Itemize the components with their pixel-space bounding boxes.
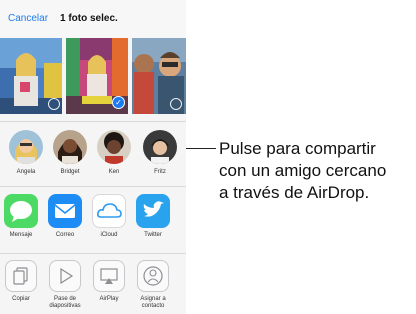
airdrop-contact-ken[interactable]: Ken <box>94 130 134 175</box>
callout-line-1: Pulse para compartir <box>219 139 376 158</box>
airdrop-row: Angela Bridget Ken Fritz <box>0 122 186 184</box>
action-assign-contact[interactable]: Asignar a contacto <box>132 260 174 310</box>
play-icon <box>49 260 81 292</box>
share-apps-row: Mensaje Correo iCloud Twitter <box>0 186 186 248</box>
share-sheet: Cancelar 1 foto selec. ✓ Angela Bridget … <box>0 0 186 314</box>
airdrop-contact-fritz[interactable]: Fritz <box>140 130 180 175</box>
action-copy[interactable]: Copiar <box>0 260 42 303</box>
selection-title: 1 foto selec. <box>60 13 118 24</box>
airdrop-contact-bridget[interactable]: Bridget <box>50 130 90 175</box>
message-bubble-icon <box>4 194 38 228</box>
cancel-button[interactable]: Cancelar <box>8 13 48 24</box>
share-app-icloud[interactable]: iCloud <box>88 194 130 238</box>
airplay-icon <box>93 260 125 292</box>
app-label: Correo <box>55 232 75 238</box>
select-circle-icon[interactable] <box>48 98 60 110</box>
action-airplay[interactable]: AirPlay <box>88 260 130 303</box>
envelope-icon <box>48 194 82 228</box>
photo-thumbnail-2[interactable]: ✓ <box>66 38 128 114</box>
action-slideshow[interactable]: Pase de diapositivas <box>44 260 86 310</box>
avatar <box>53 130 87 164</box>
share-header: Cancelar 1 foto selec. <box>0 0 186 38</box>
photo-thumbnail-1[interactable] <box>0 38 62 114</box>
action-label: Pase de diapositivas <box>49 296 81 309</box>
share-app-messages[interactable]: Mensaje <box>0 194 42 238</box>
app-label: Mensaje <box>9 232 33 238</box>
selected-checkmark-icon[interactable]: ✓ <box>112 96 125 109</box>
airdrop-contact-angela[interactable]: Angela <box>6 130 46 175</box>
share-app-twitter[interactable]: Twitter <box>132 194 174 238</box>
share-actions-row: Copiar Pase de diapositivas AirPlay Asign… <box>0 254 186 314</box>
callout-line-2: con un amigo cercano <box>219 161 387 180</box>
contact-name: Ken <box>108 169 120 175</box>
action-label: Copiar <box>12 296 30 302</box>
copy-icon <box>5 260 37 292</box>
share-app-mail[interactable]: Correo <box>44 194 86 238</box>
photo-thumbnail-3[interactable] <box>132 38 186 114</box>
avatar <box>9 130 43 164</box>
action-label: AirPlay <box>99 296 119 302</box>
avatar <box>97 130 131 164</box>
contact-icon <box>137 260 169 292</box>
photo-strip[interactable]: ✓ <box>0 38 186 114</box>
callout-line-3: a través de AirDrop. <box>219 183 370 202</box>
callout-leader-line <box>186 148 216 149</box>
app-label: iCloud <box>100 232 118 238</box>
contact-name: Fritz <box>154 169 166 175</box>
twitter-bird-icon <box>136 194 170 228</box>
select-circle-icon[interactable] <box>170 98 182 110</box>
app-label: Twitter <box>144 232 162 238</box>
airdrop-callout: Pulse para compartir con un amigo cercan… <box>219 138 386 204</box>
contact-name: Bridget <box>60 169 80 175</box>
cloud-icon <box>92 194 126 228</box>
contact-name: Angela <box>16 169 36 175</box>
action-label: Asignar a contacto <box>140 296 166 309</box>
avatar <box>143 130 177 164</box>
